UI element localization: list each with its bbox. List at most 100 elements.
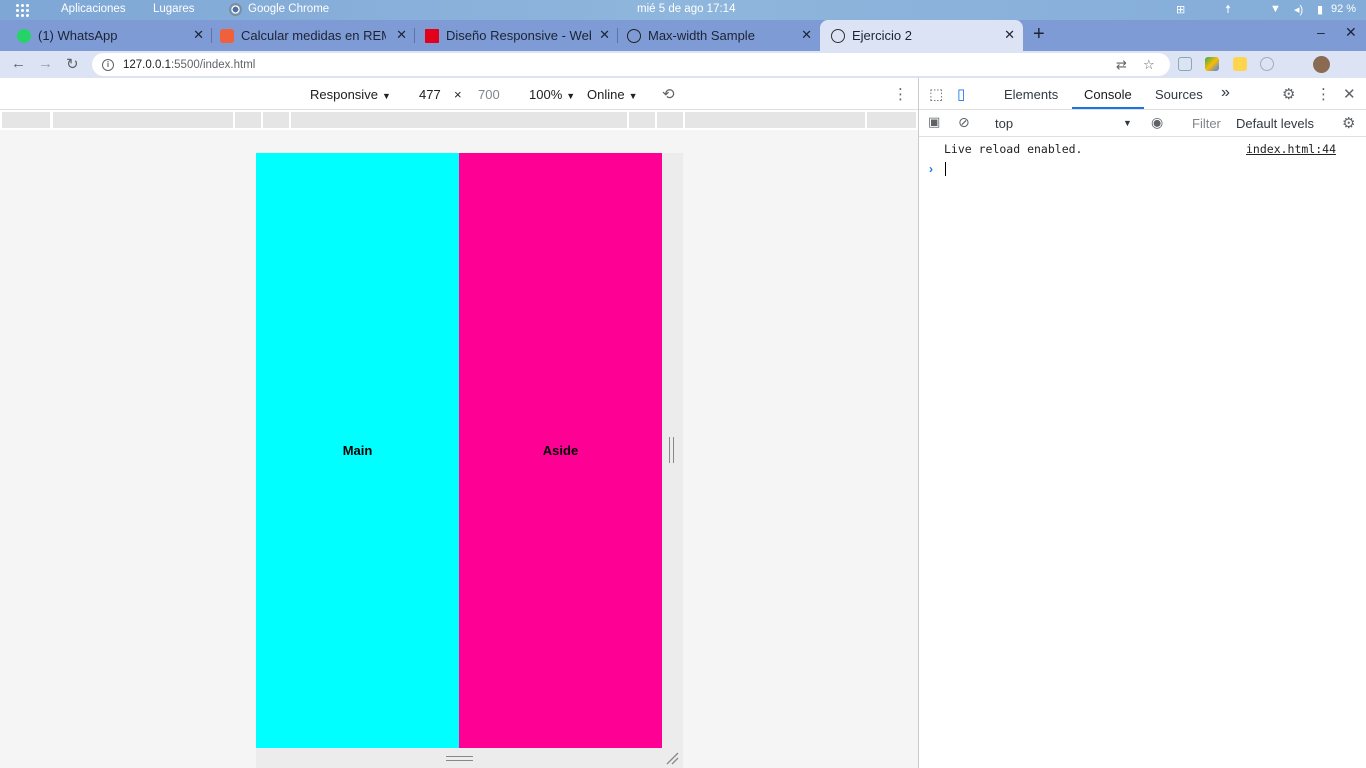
sidebar-toggle-icon[interactable]: ▣ [928,114,940,130]
caret-down-icon: ▼ [381,91,391,101]
app-menu[interactable]: Google Chrome [248,3,329,15]
device-select[interactable]: Responsive ▼ [310,87,391,102]
wifi-icon[interactable]: ▼ [1270,3,1281,15]
whatsapp-icon [17,28,31,43]
media-query-segment[interactable] [263,112,289,128]
tab-elements[interactable]: Elements [1004,87,1058,102]
url-path: :5500/index.html [170,58,256,71]
tab-ejercicio-2[interactable]: Ejercicio 2 ✕ [820,20,1023,51]
activities-menu[interactable]: Aplicaciones [61,3,126,15]
close-tab-icon[interactable]: ✕ [599,27,610,43]
resize-handle-bottom[interactable] [446,756,473,761]
volume-icon[interactable]: ◂) [1294,3,1303,16]
avatar[interactable] [1313,56,1330,73]
close-tab-icon[interactable]: ✕ [193,27,204,43]
minimize-button[interactable]: – [1317,24,1325,40]
codepen-icon [627,28,641,43]
media-query-segment[interactable] [235,112,261,128]
network-icon[interactable]: ⊞ [1176,3,1185,16]
translate-icon[interactable]: ⇄ [1116,57,1127,73]
console-prompt-icon: › [929,162,933,176]
back-icon[interactable]: ← [11,55,26,72]
console-message: Live reload enabled. [944,142,1083,156]
levels-select[interactable]: Default levels [1236,116,1314,131]
reload-icon[interactable]: ↻ [66,55,79,73]
tab-rem[interactable]: Calcular medidas en REM ✕ [212,20,415,51]
colorpicker-icon[interactable] [1233,57,1247,71]
console-settings-icon[interactable]: ⚙ [1342,114,1355,132]
tab-whatsapp[interactable]: (1) WhatsApp ✕ [0,20,212,51]
console-input[interactable] [945,162,946,176]
filter-input[interactable]: Filter [1192,116,1221,131]
zoom-select[interactable]: 100% ▼ [529,87,575,102]
resize-corner-icon[interactable] [665,751,679,765]
system-top-bar: Aplicaciones Lugares Google Chrome mié 5… [0,0,1366,20]
media-query-bar [0,112,918,130]
media-query-segment[interactable] [685,112,865,128]
devtools-tabbar: ⬚ ▯ Elements Console Sources » ⚙ ⋮ ✕ [919,78,1366,110]
places-menu[interactable]: Lugares [153,3,195,15]
close-devtools-icon[interactable]: ✕ [1343,85,1356,103]
more-options-icon[interactable]: ⋮ [893,85,908,103]
main-section: Main [256,153,459,748]
tab-responsive[interactable]: Diseño Responsive - Web ✕ [415,20,618,51]
close-tab-icon[interactable]: ✕ [396,27,407,43]
caret-down-icon: ▼ [1123,118,1132,128]
inspect-element-icon[interactable]: ⬚ [929,85,943,103]
console-toolbar: ▣ ⊘ top ▼ ◉ Filter Default levels ⚙ [919,110,1366,137]
globe-icon [831,28,845,43]
close-tab-icon[interactable]: ✕ [801,27,812,43]
tab-sources[interactable]: Sources [1155,87,1203,102]
context-select[interactable]: top [995,116,1013,131]
media-query-segment[interactable] [867,112,916,128]
tab-strip: (1) WhatsApp ✕ Calcular medidas en REM ✕… [0,20,1366,51]
times-sign: × [454,87,462,102]
url-text[interactable]: 127.0.0.1:5500/index.html [123,59,255,71]
throttle-select[interactable]: Online ▼ [587,87,638,102]
console-source-link[interactable]: index.html:44 [1246,142,1336,156]
throttle-label: Online [587,87,625,102]
dropbox-icon[interactable] [1178,57,1192,71]
media-query-segment[interactable] [629,112,655,128]
close-tab-icon[interactable]: ✕ [1004,27,1015,43]
accessibility-icon[interactable]: ☨ [1225,3,1231,16]
caret-down-icon: ▼ [628,91,638,101]
app-grid-icon[interactable] [16,4,29,17]
tab-console[interactable]: Console [1084,87,1132,102]
new-tab-button[interactable]: + [1033,23,1045,45]
media-query-segment[interactable] [2,112,50,128]
settings-gear-icon[interactable]: ⚙ [1282,85,1295,103]
chrome-icon [229,3,242,16]
clock[interactable]: mié 5 de ago 17:14 [637,3,735,15]
battery-icon[interactable]: ▮ [1317,3,1323,16]
address-bar[interactable]: i 127.0.0.1:5500/index.html ⇄ ☆ [92,53,1170,76]
resize-handle-right[interactable] [669,437,674,463]
aside-label: Aside [542,443,579,458]
bookmark-star-icon[interactable]: ☆ [1143,57,1155,73]
battery-percent: 92 % [1331,3,1357,15]
url-host: 127.0.0.1 [123,58,171,71]
rem-site-icon [220,28,234,43]
aside-section: Aside [459,153,662,748]
devtools-menu-icon[interactable]: ⋮ [1316,85,1331,103]
media-query-segment[interactable] [291,112,627,128]
tab-max-width[interactable]: Max-width Sample ✕ [618,20,820,51]
active-tab-indicator [1072,107,1144,109]
site-info-icon[interactable]: i [102,58,114,71]
react-icon[interactable] [1260,57,1274,71]
media-query-segment[interactable] [53,112,233,128]
tab-label: Max-width Sample [648,28,755,43]
media-query-segment[interactable] [657,112,683,128]
device-toggle-icon[interactable]: ▯ [957,85,965,103]
width-input[interactable]: 477 [419,87,441,102]
live-expression-eye-icon[interactable]: ◉ [1151,114,1163,131]
drive-icon[interactable] [1205,57,1219,71]
clear-console-icon[interactable]: ⊘ [958,114,970,131]
close-window-button[interactable]: ✕ [1345,24,1357,41]
rotate-icon[interactable]: ⟲ [662,85,675,103]
height-input[interactable]: 700 [478,87,500,102]
forward-icon[interactable]: → [38,55,53,72]
more-tabs-icon[interactable]: » [1221,84,1230,102]
caret-down-icon: ▼ [566,91,576,101]
browser-toolbar: ← → ↻ i 127.0.0.1:5500/index.html ⇄ ☆ ✚ … [0,51,1366,121]
